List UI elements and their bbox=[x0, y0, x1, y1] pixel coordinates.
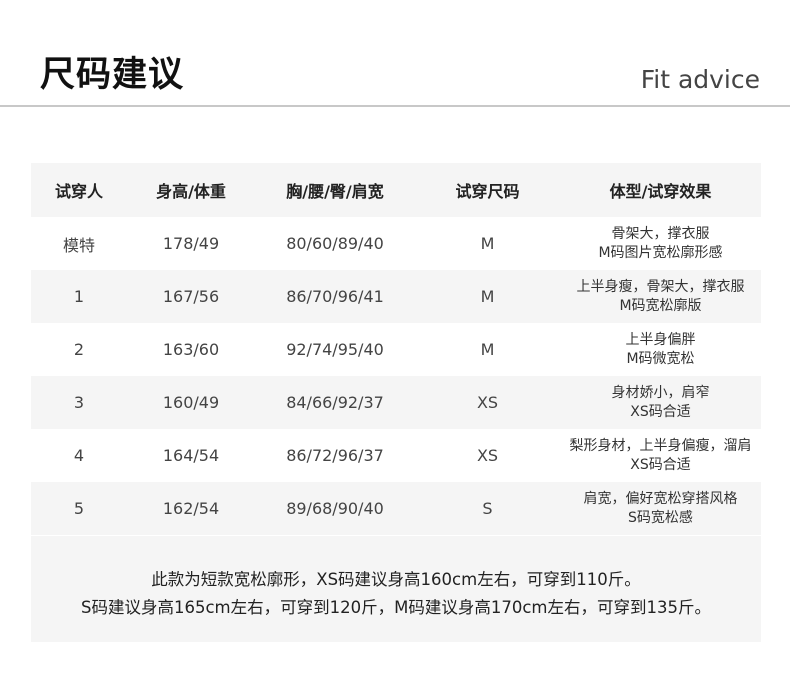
cell-height-weight: 162/54 bbox=[127, 482, 255, 535]
cell-measurements: 92/74/95/40 bbox=[286, 340, 384, 359]
cell-height-weight: 163/60 bbox=[162, 340, 220, 359]
cell-effect: 上半身瘦，骨架大，撑衣服 M码宽松廓版 bbox=[560, 270, 761, 323]
cell-model: 1 bbox=[31, 270, 127, 323]
cell-effect: 梨形身材，上半身偏瘦，溜肩 XS码合适 bbox=[560, 429, 761, 482]
column-header-size: 试穿尺码 bbox=[415, 163, 560, 217]
cell-measurements: 80/60/89/40 bbox=[286, 234, 384, 253]
effect-line: M码微宽松 bbox=[626, 350, 695, 367]
cell-size: M bbox=[415, 270, 560, 323]
cell-size: S bbox=[415, 482, 560, 535]
column-header-height-weight: 身高/体重 bbox=[127, 163, 255, 217]
page-subtitle: Fit advice bbox=[640, 65, 760, 94]
table-row: 4 164/54 86/72/96/37 XS 梨形身材，上半身偏瘦，溜肩 XS… bbox=[31, 429, 761, 482]
effect-line: XS码合适 bbox=[630, 456, 691, 473]
cell-effect: 身材娇小，肩窄 XS码合适 bbox=[560, 376, 761, 429]
table-row: 模特 178/49 80/60/89/40 M 骨架大，撑衣服 M码图片宽松廓形… bbox=[31, 217, 761, 270]
cell-height-weight: 178/49 bbox=[162, 234, 220, 253]
effect-line: M码图片宽松廓形感 bbox=[598, 244, 723, 261]
effect-line: XS码合适 bbox=[630, 403, 691, 420]
column-header-effect: 体型/试穿效果 bbox=[560, 163, 761, 217]
fit-advice-table: 试穿人 身高/体重 胸/腰/臀/肩宽 试穿尺码 体型/试穿效果 模特 178/4… bbox=[31, 163, 761, 535]
table-row: 2 163/60 92/74/95/40 M 上半身偏胖 M码微宽松 bbox=[31, 323, 761, 376]
cell-measurements: 86/72/96/37 bbox=[286, 446, 384, 465]
cell-effect: 上半身偏胖 M码微宽松 bbox=[560, 323, 761, 376]
cell-height-weight: 167/56 bbox=[127, 270, 255, 323]
table-row: 3 160/49 84/66/92/37 XS 身材娇小，肩窄 XS码合适 bbox=[31, 376, 761, 429]
table-row: 1 167/56 86/70/96/41 M 上半身瘦，骨架大，撑衣服 M码宽松… bbox=[31, 270, 761, 323]
note-line-2: S码建议身高165cm左右，可穿到120斤，M码建议身高170cm左右，可穿到1… bbox=[81, 598, 711, 617]
table-row: 5 162/54 89/68/90/40 S 肩宽，偏好宽松穿搭风格 S码宽松感 bbox=[31, 482, 761, 535]
table-header-row: 试穿人 身高/体重 胸/腰/臀/肩宽 试穿尺码 体型/试穿效果 bbox=[31, 163, 761, 217]
cell-effect: 骨架大，撑衣服 M码图片宽松廓形感 bbox=[560, 217, 761, 270]
cell-size: M bbox=[480, 340, 495, 359]
cell-effect: 肩宽，偏好宽松穿搭风格 S码宽松感 bbox=[560, 482, 761, 535]
column-header-model: 试穿人 bbox=[31, 163, 127, 217]
effect-line: 身材娇小，肩窄 bbox=[611, 384, 710, 401]
cell-height-weight: 164/54 bbox=[162, 446, 220, 465]
cell-measurements: 89/68/90/40 bbox=[255, 482, 415, 535]
header-divider bbox=[0, 105, 790, 107]
cell-measurements: 86/70/96/41 bbox=[255, 270, 415, 323]
effect-line: 骨架大，撑衣服 bbox=[611, 225, 710, 242]
column-header-measurements: 胸/腰/臀/肩宽 bbox=[255, 163, 415, 217]
effect-line: 上半身瘦，骨架大，撑衣服 bbox=[576, 278, 745, 295]
cell-size: M bbox=[480, 234, 495, 253]
effect-line: 肩宽，偏好宽松穿搭风格 bbox=[583, 490, 738, 507]
size-recommendation-note: 此款为短款宽松廓形，XS码建议身高160cm左右，可穿到110斤。 S码建议身高… bbox=[31, 536, 761, 642]
cell-model: 2 bbox=[73, 340, 85, 359]
page-title: 尺码建议 bbox=[40, 55, 185, 95]
cell-size: XS bbox=[415, 376, 560, 429]
effect-line: M码宽松廓版 bbox=[619, 297, 702, 314]
cell-measurements: 84/66/92/37 bbox=[255, 376, 415, 429]
effect-line: 梨形身材，上半身偏瘦，溜肩 bbox=[569, 437, 752, 454]
cell-size: XS bbox=[476, 446, 499, 465]
note-line-1: 此款为短款宽松廓形，XS码建议身高160cm左右，可穿到110斤。 bbox=[151, 570, 641, 589]
cell-height-weight: 160/49 bbox=[127, 376, 255, 429]
cell-model: 模特 bbox=[62, 235, 95, 255]
effect-line: S码宽松感 bbox=[628, 509, 693, 526]
effect-line: 上半身偏胖 bbox=[625, 331, 696, 348]
cell-model: 5 bbox=[31, 482, 127, 535]
cell-model: 4 bbox=[73, 446, 85, 465]
cell-model: 3 bbox=[31, 376, 127, 429]
